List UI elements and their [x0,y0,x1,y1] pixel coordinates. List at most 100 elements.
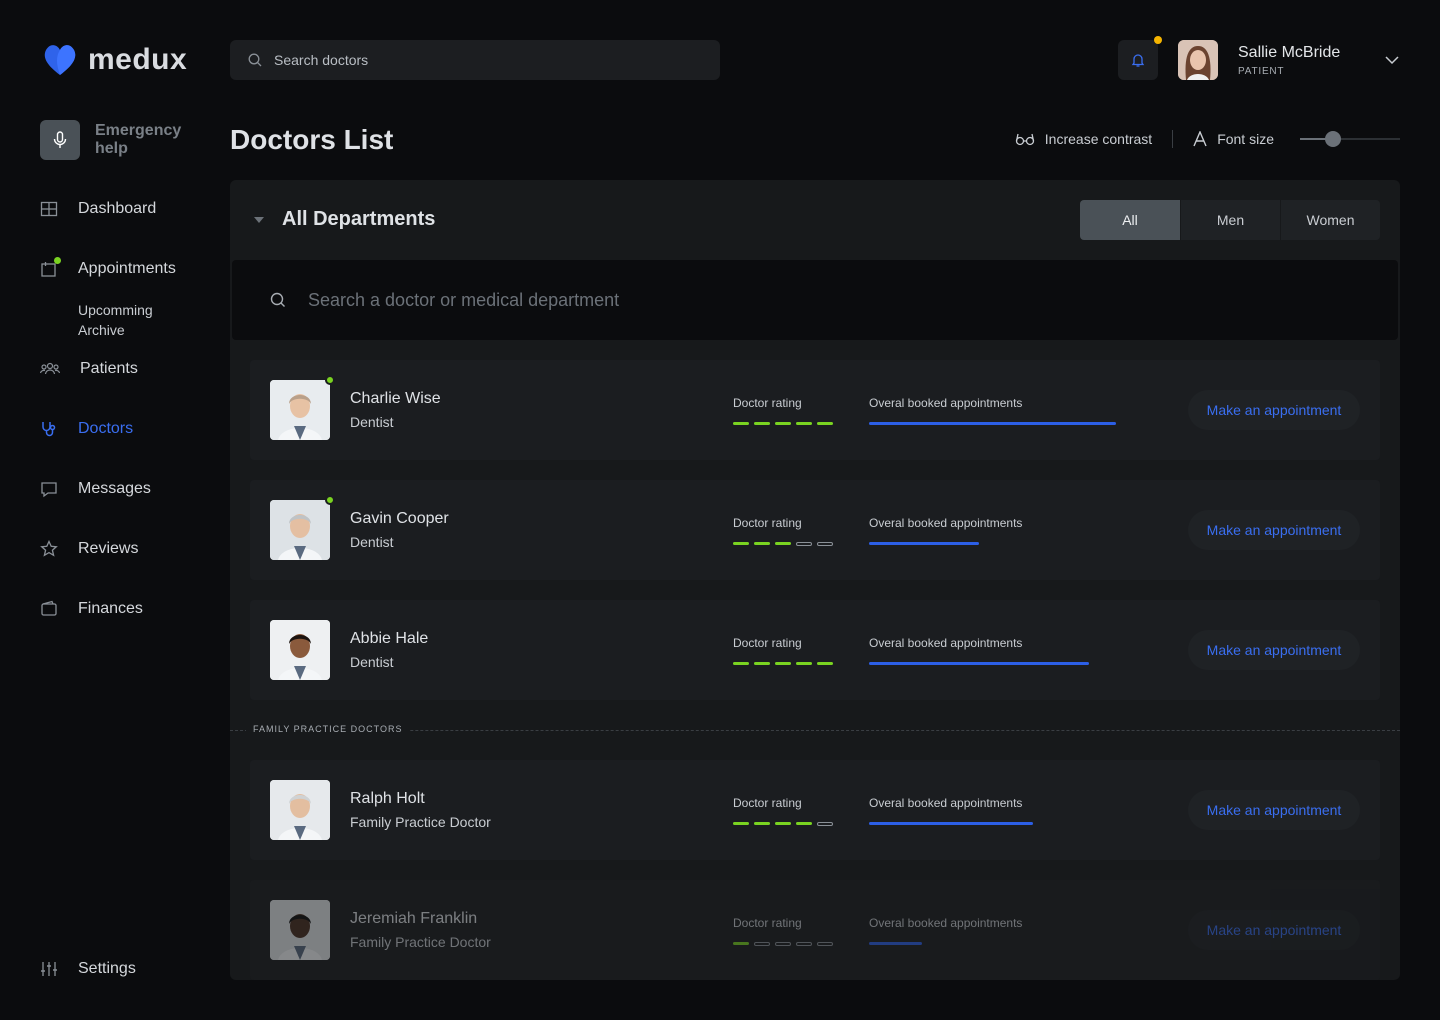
nav-settings[interactable]: Settings [40,960,136,978]
message-icon [41,482,57,498]
rating-segment [733,422,749,425]
logo[interactable]: medux [42,42,187,78]
rating-segment [817,542,833,546]
rating-segment [754,662,770,665]
nav-messages[interactable]: Messages [40,480,151,498]
emergency-help[interactable]: Emergency help [40,120,195,160]
rating-segment [754,542,770,545]
doctor-row: Abbie Hale Dentist Doctor rating Overal … [250,600,1380,700]
filter-tab-women[interactable]: Women [1280,200,1380,240]
top-search-bar[interactable] [230,40,720,80]
nav-doctors[interactable]: Doctors [40,420,133,438]
nav-reviews-label: Reviews [78,540,139,557]
make-appointment-button[interactable]: Make an appointment [1188,630,1360,670]
search-icon [270,292,285,307]
glasses-icon [1015,133,1034,146]
make-appointment-button[interactable]: Make an appointment [1188,790,1360,830]
doctor-rating [733,942,833,946]
rating-segment [733,542,749,545]
doctor-portrait [270,780,330,840]
make-appointment-button[interactable]: Make an appointment [1188,510,1360,550]
nav-reviews[interactable]: Reviews [40,540,138,558]
doctor-name[interactable]: Abbie Hale [350,630,428,648]
doctor-name[interactable]: Ralph Holt [350,790,425,808]
nav-dashboard[interactable]: Dashboard [40,200,156,218]
doctor-search-bar[interactable] [232,260,1398,340]
increase-contrast-button[interactable]: Increase contrast [1045,131,1152,147]
slider-knob[interactable] [1325,131,1342,147]
rating-label: Doctor rating [733,636,802,650]
microphone-icon [53,131,67,148]
online-status-dot [325,495,335,505]
doctor-photo[interactable] [270,780,330,840]
doctor-portrait [270,500,330,560]
department-label: All Departments [282,208,436,230]
online-status-dot [325,375,335,385]
doctor-photo[interactable] [270,380,330,440]
doctor-search-input[interactable] [308,289,1208,311]
make-appointment-button[interactable]: Make an appointment [1188,910,1360,950]
page-title: Doctors List [230,124,394,155]
make-appointment-button[interactable]: Make an appointment [1188,390,1360,430]
star-icon [40,540,58,557]
user-avatar[interactable] [1178,40,1218,80]
doctor-name[interactable]: Gavin Cooper [350,510,449,528]
sliders-icon [41,962,57,976]
nav-dashboard-label: Dashboard [78,200,157,217]
doctors-panel: All Departments AllMenWomen FAMILY PRACT… [230,180,1400,980]
doctor-row: Jeremiah Franklin Family Practice Doctor… [250,880,1380,980]
doctor-specialty: Dentist [350,414,394,430]
font-size-slider[interactable] [1300,131,1400,147]
booked-appointments-bar [869,422,1116,425]
rating-segment [775,662,791,665]
notifications-button[interactable] [1118,36,1162,80]
nav-appointments-label: Appointments [78,260,176,277]
rating-segment [754,822,770,825]
doctor-specialty: Family Practice Doctor [350,934,491,950]
nav-appointments[interactable]: Appointments [40,257,176,278]
user-photo [1178,40,1218,80]
search-doctors-input[interactable] [274,52,674,68]
appointments-label: Overal booked appointments [869,396,1023,410]
rating-segment [817,942,833,946]
emergency-button[interactable] [40,120,80,160]
booked-appointments-bar [869,542,979,545]
rating-segment [733,662,749,665]
doctor-portrait [270,900,330,960]
rating-segment [817,422,833,425]
font-size-label: Font size [1217,131,1274,147]
rating-segment [733,822,749,825]
filter-tab-men[interactable]: Men [1180,200,1280,240]
nav-upcoming[interactable]: Upcomming [78,302,153,318]
rating-label: Doctor rating [733,396,802,410]
people-icon [40,362,60,375]
appointments-label: Overal booked appointments [869,916,1023,930]
nav-patients[interactable]: Patients [40,360,138,378]
nav-finances[interactable]: Finances [40,600,143,618]
user-name[interactable]: Sallie McBride [1238,44,1340,62]
nav-archive[interactable]: Archive [78,322,125,338]
rating-label: Doctor rating [733,516,802,530]
doctor-photo[interactable] [270,500,330,560]
app-root: medux Sallie McBride PATIENT Emergencyhe… [0,0,1440,1020]
chevron-down-icon[interactable] [1384,53,1400,67]
doctor-rating [733,422,833,425]
doctor-portrait [270,380,330,440]
nav-patients-label: Patients [80,360,138,377]
filter-tab-all[interactable]: All [1080,200,1180,240]
department-dropdown[interactable]: All Departments [254,208,435,231]
nav-doctors-label: Doctors [78,420,134,437]
doctor-name[interactable]: Charlie Wise [350,390,441,408]
rating-segment [796,822,812,825]
rating-segment [733,942,749,945]
doctor-name[interactable]: Jeremiah Franklin [350,910,477,928]
nav-messages-label: Messages [78,480,151,497]
appointments-label: Overal booked appointments [869,636,1023,650]
doctor-photo[interactable] [270,620,330,680]
caret-down-icon [254,216,264,223]
rating-segment [796,942,812,946]
doctor-specialty: Dentist [350,534,394,550]
divider [1172,130,1174,148]
doctor-photo[interactable] [270,900,330,960]
rating-label: Doctor rating [733,916,802,930]
